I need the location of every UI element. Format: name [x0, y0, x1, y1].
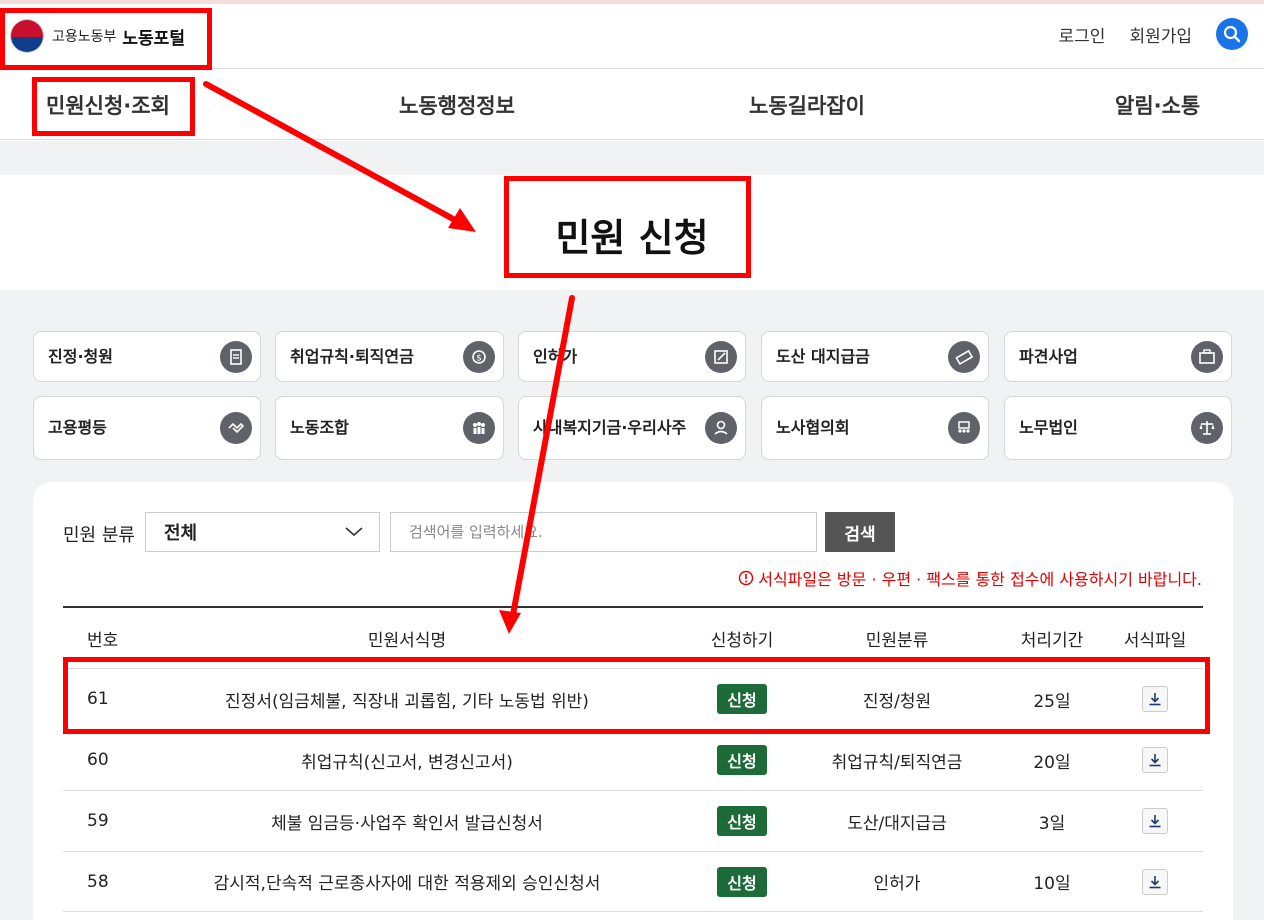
form-table: 번호 민원서식명 신청하기 민원분류 처리기간 서식파일 61 진정서(임금체불… — [63, 606, 1203, 912]
category-labor-firm[interactable]: 노무법인 — [1004, 396, 1232, 460]
login-link[interactable]: 로그인 — [1059, 22, 1106, 47]
category-label: 노사협의회 — [776, 418, 850, 437]
nav-item-notice[interactable]: 알림·소통 — [1115, 90, 1200, 120]
category-petition[interactable]: 진정·청원 — [33, 331, 261, 382]
annotation-box-logo — [0, 8, 212, 70]
row-type: 인허가 — [873, 874, 921, 894]
apply-button[interactable]: 신청 — [717, 745, 767, 775]
category-label: 취업규칙·퇴직연금 — [290, 346, 414, 366]
category-dispatch[interactable]: 파견사업 — [1004, 331, 1232, 382]
category-label: 도산 대지급금 — [776, 346, 870, 366]
category-council[interactable]: 노사협의회 — [761, 396, 989, 460]
briefcase-icon — [1191, 340, 1223, 373]
handshake-icon — [220, 412, 252, 444]
category-filter-label: 민원 분류 — [63, 525, 135, 546]
nav-item-labor-admin[interactable]: 노동행정정보 — [399, 90, 515, 120]
table-row: 60 취업규칙(신고서, 변경신고서) 신청 취업규칙/퇴직연금 20일 — [63, 729, 1203, 790]
table-row: 58 감시적,단속적 근로종사자에 대한 적용제외 승인신청서 신청 인허가 1… — [63, 851, 1203, 912]
header-links: 로그인 회원가입 — [1059, 18, 1248, 50]
annotation-box-title — [504, 176, 751, 278]
welfare-icon — [705, 412, 737, 444]
column-header-title: 민원서식명 — [367, 630, 447, 651]
download-button[interactable] — [1142, 868, 1168, 895]
table-row: 59 체불 임금등·사업주 확인서 발급신청서 신청 도산/대지급금 3일 — [63, 790, 1203, 851]
category-select[interactable]: 전체 — [145, 512, 380, 552]
petition-icon — [220, 340, 252, 373]
row-type: 도산/대지급금 — [847, 813, 947, 834]
scales-icon — [1191, 412, 1223, 444]
search-button[interactable] — [1216, 18, 1248, 50]
search-submit-button[interactable]: 검색 — [825, 512, 895, 552]
license-icon — [705, 340, 737, 373]
row-title[interactable]: 취업규칙(신고서, 변경신고서) — [127, 748, 687, 773]
search-icon — [1223, 25, 1241, 43]
category-label: 고용평등 — [48, 418, 107, 437]
column-header-period: 처리기간 — [1020, 630, 1084, 651]
annotation-box-row — [63, 657, 1210, 734]
category-label: 노동조합 — [290, 418, 349, 437]
annotation-box-nav — [32, 77, 195, 136]
pension-icon: $ — [463, 340, 495, 373]
category-pension[interactable]: 취업규칙·퇴직연금 $ — [275, 331, 504, 382]
search-input[interactable] — [390, 512, 817, 552]
row-period: 3일 — [1038, 813, 1066, 834]
category-payment[interactable]: 도산 대지급금 — [761, 331, 989, 382]
category-label: 사내복지기금·우리사주 — [533, 418, 687, 437]
category-label: 파견사업 — [1019, 346, 1078, 366]
form-file-notice: 서식파일은 방문 · 우편 · 팩스를 통한 접수에 사용하시기 바랍니다. — [738, 566, 1202, 590]
council-icon — [948, 412, 980, 444]
category-label: 진정·청원 — [48, 346, 113, 366]
warning-icon — [739, 570, 754, 586]
category-welfare[interactable]: 사내복지기금·우리사주 — [518, 396, 746, 460]
row-type: 취업규칙/퇴직연금 — [831, 752, 963, 773]
category-equality[interactable]: 고용평등 — [33, 396, 261, 460]
row-period: 20일 — [1033, 752, 1071, 773]
nav-item-labor-guide[interactable]: 노동길라잡이 — [749, 90, 865, 120]
category-label: 인허가 — [533, 346, 578, 366]
row-title[interactable]: 체불 임금등·사업주 확인서 발급신청서 — [127, 809, 687, 834]
apply-button[interactable]: 신청 — [717, 806, 767, 836]
apply-button[interactable]: 신청 — [717, 866, 767, 897]
column-header-file: 서식파일 — [1123, 630, 1187, 651]
hero-top-band — [0, 141, 1264, 175]
row-period: 10일 — [1033, 874, 1071, 894]
download-icon — [1149, 815, 1161, 828]
download-button[interactable] — [1142, 808, 1168, 834]
chevron-down-icon — [345, 527, 363, 537]
category-license[interactable]: 인허가 — [518, 331, 746, 382]
category-union[interactable]: 노동조합 — [275, 396, 504, 460]
download-button[interactable] — [1142, 747, 1168, 773]
row-number: 58 — [87, 871, 109, 892]
column-header-type: 민원분류 — [865, 630, 929, 651]
svg-text:$: $ — [476, 353, 482, 363]
row-number: 59 — [87, 811, 109, 831]
category-label: 노무법인 — [1019, 418, 1078, 437]
signup-link[interactable]: 회원가입 — [1129, 22, 1192, 47]
notice-text: 서식파일은 방문 · 우편 · 팩스를 통한 접수에 사용하시기 바랍니다. — [758, 570, 1202, 589]
column-header-apply: 신청하기 — [710, 630, 774, 651]
download-icon — [1149, 875, 1161, 888]
row-title[interactable]: 감시적,단속적 근로종사자에 대한 적용제외 승인신청서 — [127, 869, 687, 894]
payment-icon — [948, 340, 980, 373]
download-icon — [1149, 754, 1161, 767]
row-number: 60 — [87, 750, 109, 770]
union-icon — [463, 412, 495, 444]
category-select-value: 전체 — [164, 523, 198, 544]
column-header-no: 번호 — [87, 630, 119, 651]
